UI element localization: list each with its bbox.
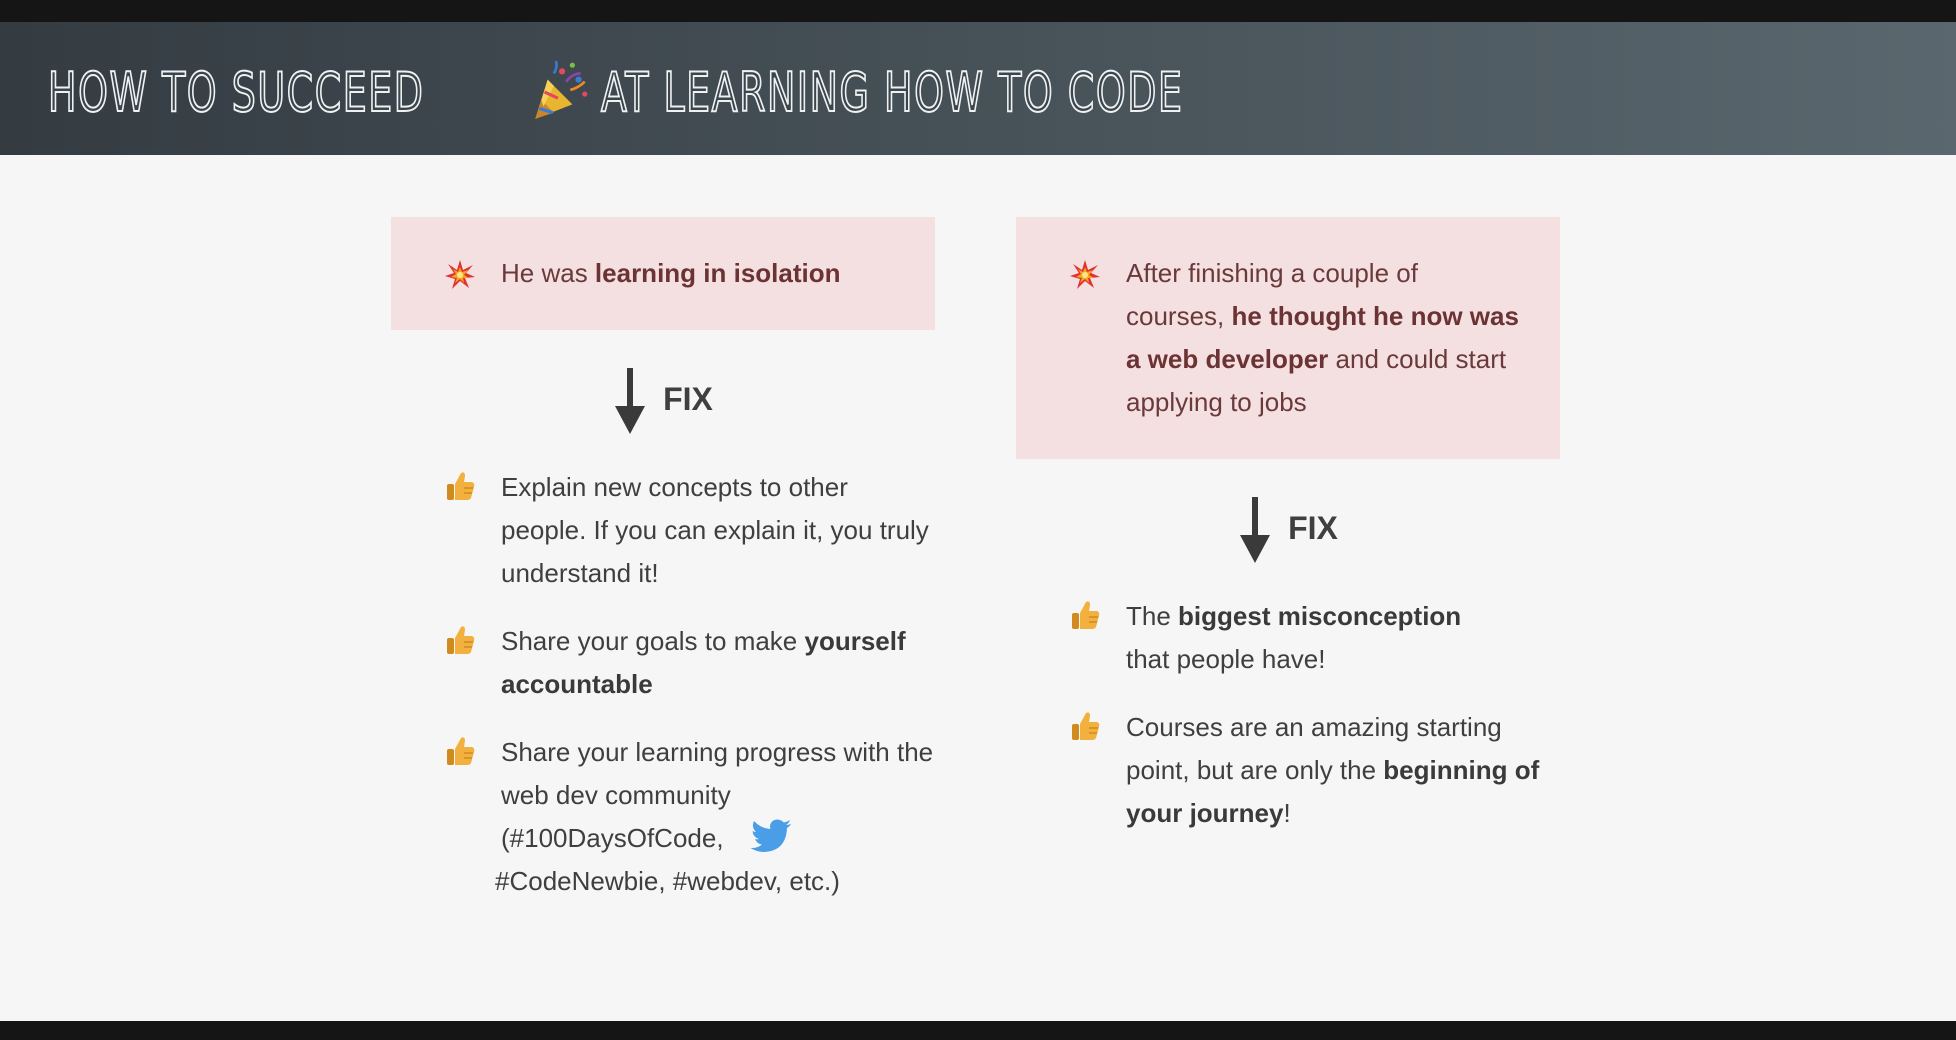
item-text: ! [1283,798,1291,828]
thumbs-up-icon [447,626,475,654]
item-text-bold: biggest misconception [1178,601,1462,631]
problem-text: He was learning in isolation [501,252,895,295]
item-text: Share your goals to make [501,626,805,656]
problem-text-part: He was [501,258,595,288]
problem-text-bold: learning in isolation [594,258,841,288]
thumbs-up-icon [447,472,475,500]
column-isolation: He was learning in isolation FIX Explain… [391,217,935,928]
arrow-down-icon [1240,497,1271,563]
fix-label: FIX [663,380,713,417]
list-item: Share your learning progress with the we… [391,731,935,903]
fix-list: Explain new concepts to other people. If… [391,466,935,903]
thumbs-up-icon [1072,712,1100,740]
list-item: Explain new concepts to other people. If… [391,466,935,595]
party-popper-icon [534,60,587,119]
item-text: that people have! [1126,644,1326,674]
problem-text: After finishing a couple of courses, he … [1126,252,1520,424]
problem-box: After finishing a couple of courses, he … [1016,217,1560,459]
header-bar: HOW TO SUCCEED AT LEARNING HOW TO CODE [0,22,1956,155]
problem-box: He was learning in isolation [391,217,935,330]
item-text: #CodeNewbie, #webdev, etc.) [495,866,840,896]
fix-label: FIX [1288,509,1338,546]
title-part-2: AT LEARNING HOW TO CODE [600,60,1184,125]
collision-icon [1070,260,1100,289]
list-item: The biggest misconception that people ha… [1016,595,1560,681]
arrow-down-icon [615,368,646,434]
twitter-icon [750,819,791,852]
title-part-1: HOW TO SUCCEED [47,60,425,125]
fix-heading: FIX [391,368,935,434]
fix-heading: FIX [1016,497,1560,563]
list-item: Courses are an amazing starting point, b… [1016,706,1560,835]
item-text: Explain new concepts to other people. If… [501,472,929,588]
slide: HOW TO SUCCEED AT LEARNING HOW TO CODE H… [0,22,1956,1021]
thumbs-up-icon [447,737,475,765]
slide-title: HOW TO SUCCEED AT LEARNING HOW TO CODE [47,52,1347,132]
item-text: Share your learning progress with the we… [501,737,934,853]
thumbs-up-icon [1072,601,1100,629]
list-item: Share your goals to make yourself accoun… [391,620,935,706]
item-text: The [1126,601,1179,631]
collision-icon [445,260,475,289]
fix-list: The biggest misconception that people ha… [1016,595,1560,835]
column-misconception: After finishing a couple of courses, he … [1016,217,1560,860]
